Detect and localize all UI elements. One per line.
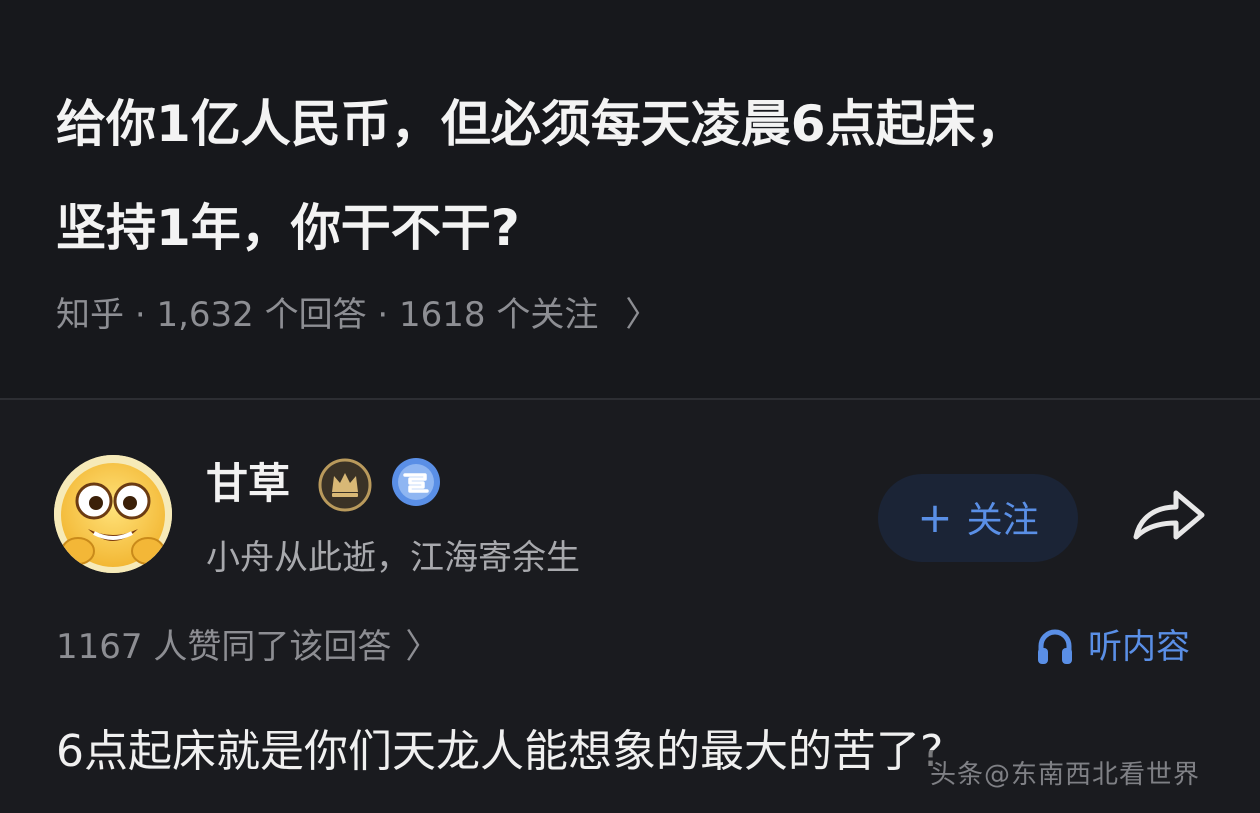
- meta-separator: ·: [377, 295, 389, 335]
- avatar[interactable]: [54, 455, 172, 573]
- emoji-avatar-icon: [54, 455, 172, 573]
- answer-text[interactable]: 6点起床就是你们天龙人能想象的最大的苦了?: [56, 720, 943, 784]
- author-name[interactable]: 甘草: [206, 458, 290, 510]
- verified-badge-icon[interactable]: [390, 456, 442, 508]
- question-title-line-1: 给你1亿人民币，但必须每天凌晨6点起床，: [56, 95, 1026, 153]
- author-bio: 小舟从此逝，江海寄余生: [206, 538, 580, 578]
- question-title-line-2: 坚持1年，你干不干?: [56, 199, 520, 257]
- meta-separator: ·: [134, 295, 146, 335]
- answer-count: 1,632 个回答: [156, 295, 367, 335]
- question-meta[interactable]: 知乎 · 1,632 个回答 · 1618 个关注 〉: [56, 290, 659, 340]
- headphones-icon: [1038, 629, 1072, 664]
- likes-text: 1167 人赞同了该回答: [56, 627, 392, 667]
- question-source: 知乎: [56, 295, 124, 335]
- watermark: 头条@东南西北看世界: [900, 750, 1240, 800]
- question-section: 给你1亿人民币，但必须每天凌晨6点起床， 坚持1年，你干不干? 知乎 · 1,6…: [0, 0, 1260, 398]
- follow-button[interactable]: + 关注: [878, 474, 1078, 562]
- likes-count[interactable]: 1167 人赞同了该回答〉: [56, 622, 439, 672]
- listen-label: 听内容: [1088, 627, 1190, 667]
- crown-badge-icon[interactable]: [318, 458, 372, 512]
- watermark-text: 头条@东南西北看世界: [930, 760, 1201, 790]
- listen-button[interactable]: 听内容: [1036, 620, 1190, 674]
- share-icon[interactable]: [1130, 483, 1208, 545]
- plus-icon: +: [917, 493, 953, 542]
- follow-label: 关注: [966, 500, 1039, 541]
- question-title[interactable]: 给你1亿人民币，但必须每天凌晨6点起床， 坚持1年，你干不干?: [56, 72, 1176, 280]
- chevron-right-icon: 〉: [405, 627, 440, 667]
- chevron-right-icon: 〉: [625, 295, 660, 335]
- follower-count: 1618 个关注: [399, 295, 599, 335]
